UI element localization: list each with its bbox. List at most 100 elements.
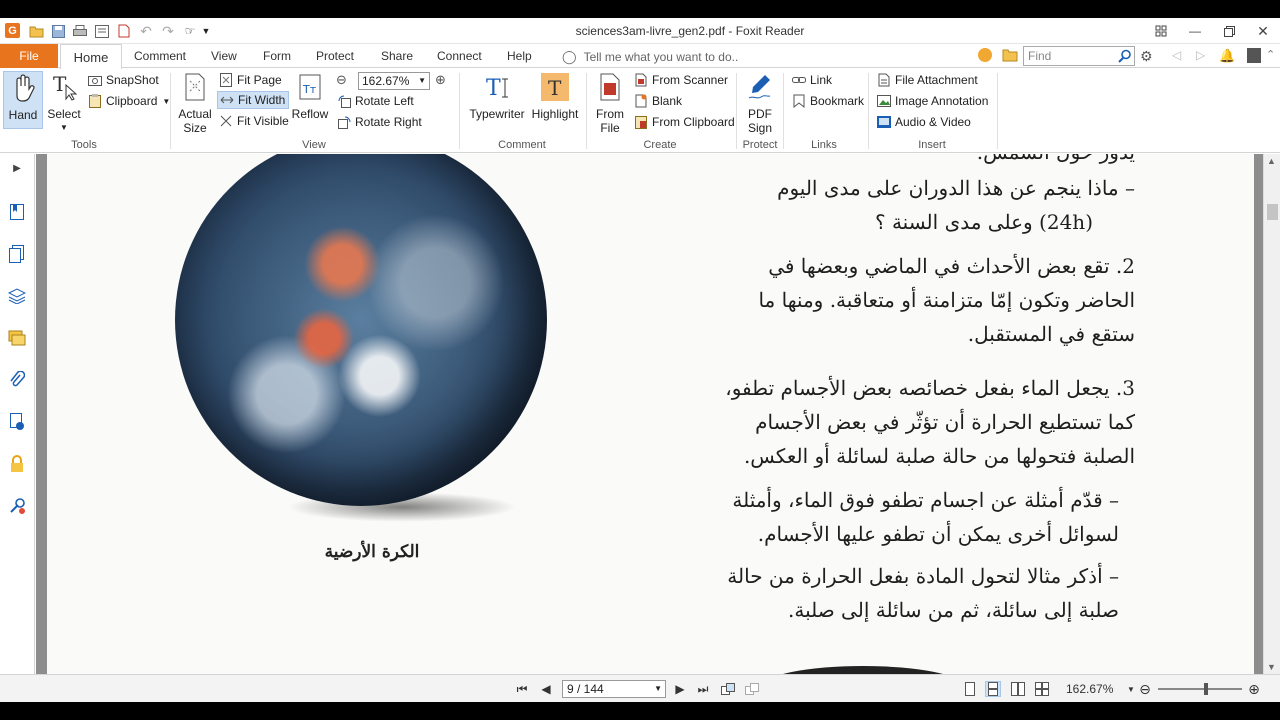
scroll-down-icon[interactable]: ▼ bbox=[1267, 662, 1276, 672]
link-button[interactable]: Link bbox=[792, 71, 832, 89]
zoom-slider[interactable] bbox=[1158, 688, 1242, 690]
pdf-sign-button[interactable]: PDF Sign bbox=[742, 71, 778, 135]
vertical-scrollbar[interactable]: ▲ ▼ bbox=[1263, 154, 1280, 674]
pages-panel-icon[interactable] bbox=[7, 244, 27, 264]
group-label-insert: Insert bbox=[918, 139, 946, 151]
first-page-icon[interactable]: ⏮ bbox=[514, 681, 530, 697]
tab-connect[interactable]: Connect bbox=[437, 44, 482, 68]
zoom-slider-thumb[interactable] bbox=[1204, 683, 1208, 695]
text-line: يدور حول الشمس. bbox=[977, 154, 1135, 164]
last-page-icon[interactable]: ⏭ bbox=[695, 681, 711, 697]
typewriter-button[interactable]: T Typewriter bbox=[468, 71, 526, 121]
bookmarks-panel-icon[interactable] bbox=[7, 202, 27, 222]
restore-ribbon-icon[interactable] bbox=[1144, 18, 1178, 44]
file-attachment-button[interactable]: File Attachment bbox=[877, 71, 978, 89]
notification-bell-icon[interactable]: 🔔 bbox=[1219, 48, 1235, 64]
from-file-label-1: From bbox=[596, 107, 624, 121]
snapshot-label: SnapShot bbox=[106, 73, 159, 87]
fit-page-button[interactable]: Fit Page bbox=[219, 71, 282, 89]
zoom-readout[interactable]: 162.67% bbox=[1066, 682, 1113, 696]
hand-tool-button[interactable]: Hand bbox=[3, 71, 43, 129]
from-scanner-button[interactable]: From Scanner bbox=[634, 71, 728, 89]
image-annotation-button[interactable]: Image Annotation bbox=[877, 92, 988, 110]
tab-file[interactable]: File bbox=[0, 44, 58, 68]
tell-me-box[interactable]: ◯ Tell me what you want to do.. bbox=[562, 49, 738, 65]
fit-width-button[interactable]: Fit Width bbox=[217, 91, 290, 109]
tab-view[interactable]: View bbox=[211, 44, 237, 68]
minimize-button[interactable]: — bbox=[1178, 18, 1212, 44]
search-icon[interactable] bbox=[1118, 49, 1132, 63]
from-clipboard-button[interactable]: From Clipboard bbox=[634, 113, 735, 131]
select-dropdown-icon[interactable]: ▼ bbox=[60, 121, 68, 135]
scroll-thumb[interactable] bbox=[1267, 204, 1278, 220]
continuous-page-icon[interactable] bbox=[985, 681, 1001, 697]
zoom-in-icon[interactable]: ⊕ bbox=[435, 72, 446, 88]
lightbulb-icon: ◯ bbox=[562, 49, 577, 64]
expand-panel-icon[interactable]: ▶ bbox=[7, 158, 27, 178]
fit-width-label: Fit Width bbox=[238, 93, 286, 107]
layers-panel-icon[interactable] bbox=[7, 286, 27, 306]
gear-icon[interactable]: ⚙ bbox=[1140, 48, 1153, 65]
from-file-button[interactable]: From File bbox=[592, 71, 628, 135]
attachments-panel-icon[interactable] bbox=[7, 370, 27, 390]
content-search-icon[interactable] bbox=[7, 496, 27, 516]
tab-protect[interactable]: Protect bbox=[316, 44, 354, 68]
rotate-right-button[interactable]: Rotate Right bbox=[337, 113, 422, 131]
actual-size-button[interactable]: Actual Size bbox=[176, 71, 214, 135]
tab-comment[interactable]: Comment bbox=[134, 44, 186, 68]
zoom-in-status-icon[interactable]: ⊕ bbox=[1246, 681, 1262, 697]
group-label-links: Links bbox=[811, 139, 837, 151]
comments-panel-icon[interactable] bbox=[7, 328, 27, 348]
previous-page-icon[interactable]: ◀ bbox=[538, 681, 554, 697]
tab-home[interactable]: Home bbox=[60, 44, 122, 69]
next-page-icon[interactable]: ▶ bbox=[672, 681, 688, 697]
group-label-protect: Protect bbox=[742, 139, 778, 151]
zoom-out-icon[interactable]: ⊖ bbox=[336, 72, 347, 88]
blank-button[interactable]: Blank bbox=[634, 92, 682, 110]
zoom-out-status-icon[interactable]: ⊖ bbox=[1137, 681, 1153, 697]
smiley-icon[interactable] bbox=[978, 48, 992, 62]
file-attachment-icon bbox=[877, 73, 891, 87]
rotate-right-label: Rotate Right bbox=[355, 115, 422, 129]
pdf-page: الكرة الأرضية يدور حول الشمس. – ماذا ينج… bbox=[47, 154, 1254, 674]
previous-view-icon[interactable] bbox=[720, 681, 736, 697]
next-view-icon[interactable] bbox=[744, 681, 760, 697]
security-lock-icon[interactable] bbox=[7, 454, 27, 474]
audio-video-button[interactable]: Audio & Video bbox=[877, 113, 971, 131]
image-caption: الكرة الأرضية bbox=[324, 542, 420, 562]
collapse-ribbon-icon[interactable]: ⌃ bbox=[1266, 48, 1275, 61]
document-viewport[interactable]: الكرة الأرضية يدور حول الشمس. – ماذا ينج… bbox=[36, 154, 1263, 674]
page-number-input[interactable]: 9 / 144 ▼ bbox=[562, 680, 666, 698]
single-page-icon[interactable] bbox=[962, 681, 978, 697]
tab-form[interactable]: Form bbox=[263, 44, 291, 68]
snapshot-button[interactable]: SnapShot bbox=[88, 71, 159, 89]
clipboard-button[interactable]: Clipboard ▼ bbox=[88, 92, 170, 110]
bookmark-button[interactable]: Bookmark bbox=[792, 92, 864, 110]
select-text-icon: T bbox=[48, 71, 80, 103]
rotate-left-button[interactable]: Rotate Left bbox=[337, 92, 414, 110]
signatures-panel-icon[interactable] bbox=[7, 412, 27, 432]
pen-sign-icon bbox=[744, 71, 776, 103]
from-file-label-2: File bbox=[600, 121, 620, 135]
scroll-up-icon[interactable]: ▲ bbox=[1267, 156, 1276, 166]
continuous-facing-icon[interactable] bbox=[1034, 681, 1050, 697]
nav-forward-icon[interactable]: ▷ bbox=[1196, 48, 1205, 62]
zoom-combo[interactable]: 162.67% ▼ bbox=[358, 72, 430, 90]
nav-back-icon[interactable]: ◁ bbox=[1172, 48, 1181, 62]
page-dropdown-icon[interactable]: ▼ bbox=[654, 681, 662, 697]
tab-share[interactable]: Share bbox=[381, 44, 413, 68]
reflow-label: Reflow bbox=[291, 107, 329, 121]
search-folder-icon[interactable] bbox=[1002, 48, 1018, 62]
tab-help[interactable]: Help bbox=[507, 44, 532, 68]
fit-visible-button[interactable]: Fit Visible bbox=[219, 112, 289, 130]
rotate-left-icon bbox=[337, 94, 351, 108]
select-tool-button[interactable]: T Select ▼ bbox=[46, 71, 82, 135]
close-button[interactable]: ✕ bbox=[1246, 18, 1280, 44]
zoom-dropdown-icon[interactable]: ▼ bbox=[418, 73, 426, 89]
reflow-button[interactable]: Tт Reflow bbox=[292, 71, 328, 121]
facing-page-icon[interactable] bbox=[1010, 681, 1026, 697]
user-icon[interactable] bbox=[1247, 48, 1261, 63]
maximize-button[interactable] bbox=[1212, 18, 1246, 44]
highlight-button[interactable]: T Highlight bbox=[532, 71, 578, 121]
hand-icon bbox=[7, 72, 39, 104]
